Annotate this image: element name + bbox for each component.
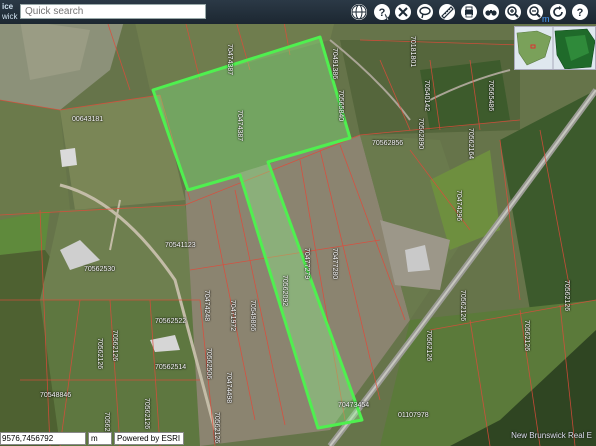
identify-icon[interactable]: ? xyxy=(372,2,392,22)
parcel-id-label: 70473454 xyxy=(338,402,370,409)
parcel-id-label: 70541123 xyxy=(165,242,196,249)
svg-text:?: ? xyxy=(379,7,386,19)
measure-unit-hint: m xyxy=(542,14,550,24)
refresh-icon[interactable] xyxy=(548,2,568,22)
parcel-id-label: 70474296 xyxy=(455,190,462,222)
parcel-id-label: 70562164 xyxy=(467,128,474,160)
parcel-id-label: 70562514 xyxy=(155,364,187,371)
parcel-id-label: 70474248 xyxy=(203,290,210,322)
status-bar: 9576,7456792 m Powered by ESRI xyxy=(0,431,300,446)
parcel-id-label: 70562126 xyxy=(563,280,570,312)
zoom-in-icon[interactable] xyxy=(503,2,523,22)
parcel-id-label: 70562506 xyxy=(205,348,212,380)
parcel-id-label: 70540142 xyxy=(423,80,430,112)
parcel-id-label: 70562522 xyxy=(155,318,187,325)
parcel-id-label: 01107978 xyxy=(398,412,429,419)
parcel-id-label: 70562126 xyxy=(143,398,150,430)
print-icon[interactable] xyxy=(459,2,479,22)
lasso-select-icon[interactable] xyxy=(415,2,435,22)
parcel-id-label: 70491386 xyxy=(331,48,338,80)
help-icon[interactable]: ? xyxy=(570,2,590,22)
parcel-id-label: 70474498 xyxy=(225,372,232,404)
parcel-id-label: 70181801 xyxy=(409,36,416,68)
coordinate-readout: 9576,7456792 xyxy=(0,432,86,445)
parcel-id-label: 70562856 xyxy=(372,140,404,147)
parcel-id-label: 70562092 xyxy=(281,275,288,307)
map-view[interactable]: 70474387 70491386 70181801 70565840 70540142… xyxy=(0,0,596,446)
parcel-id-label: 70562126 xyxy=(523,320,530,352)
powered-by-label: Powered by ESRI xyxy=(114,432,184,445)
measure-icon[interactable] xyxy=(437,2,457,22)
parcel-id-label: 70548846 xyxy=(40,392,72,399)
brand-logo: ice wick xyxy=(2,2,18,21)
binoculars-icon[interactable] xyxy=(481,2,501,22)
quick-search-input[interactable] xyxy=(20,4,206,19)
svg-text:?: ? xyxy=(577,7,584,19)
highlighted-parcel-layer[interactable] xyxy=(0,0,596,446)
parcel-id-label: 70477279 xyxy=(303,248,310,280)
parcel-id-label: 70474387 xyxy=(226,44,233,76)
parcel-id-label: 70562126 xyxy=(96,338,103,370)
parcel-id-label: 70549866 xyxy=(249,300,256,332)
parcel-id-label: 70565840 xyxy=(337,90,344,122)
parcel-id-label: 70477280 xyxy=(331,248,338,280)
close-icon[interactable] xyxy=(393,2,413,22)
parcel-id-label: 70565486 xyxy=(487,80,494,112)
parcel-id-label: 70562890 xyxy=(417,118,424,150)
parcel-id-label: 70562530 xyxy=(84,266,116,273)
globe-icon[interactable] xyxy=(349,2,369,22)
parcel-id-label: 70471972 xyxy=(229,300,236,332)
attribution-credit: New Brunswick Real E xyxy=(511,431,592,440)
unit-selector[interactable]: m xyxy=(88,432,112,445)
overview-inset-map[interactable] xyxy=(514,26,596,70)
parcel-id-label: 70562126 xyxy=(459,290,466,322)
parcel-id-label: 70562126 xyxy=(425,330,432,362)
parcel-id-label: 70474387 xyxy=(236,110,243,142)
parcel-id-label: 00643181 xyxy=(72,116,104,123)
parcel-id-label: 70562126 xyxy=(111,330,118,362)
top-toolbar: ice wick ? xyxy=(0,0,596,24)
